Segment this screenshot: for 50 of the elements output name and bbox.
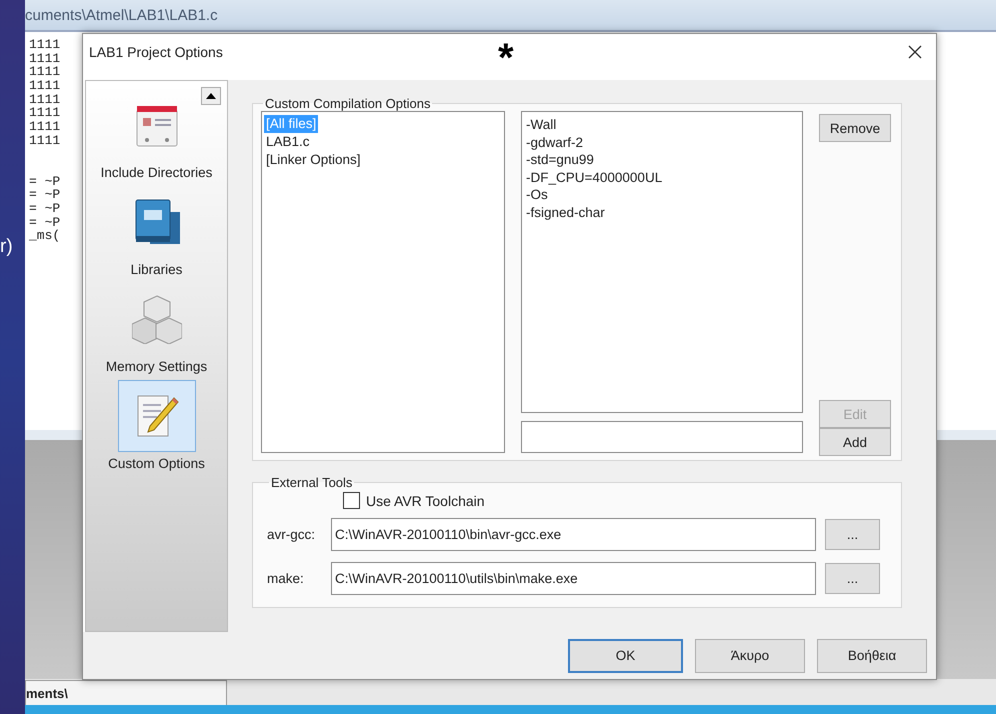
code-line: 1111 [28, 134, 62, 148]
option-item[interactable]: -gdwarf-2 [526, 134, 798, 152]
desktop-text: r) [0, 236, 14, 258]
option-input-field[interactable] [521, 421, 803, 454]
code-line: 1111 [28, 120, 62, 134]
code-line: 1111 [28, 52, 62, 66]
code-line: = ~P [28, 188, 62, 202]
dialog-button[interactable]: OK [568, 638, 683, 673]
scroll-up-button[interactable] [201, 87, 221, 106]
category-label[interactable]: Libraries [92, 260, 220, 280]
option-button[interactable]: Remove [819, 114, 891, 142]
option-item[interactable]: -DF_CPU=4000000UL [526, 168, 798, 186]
code-line: 1111 [28, 65, 62, 80]
window-title: cuments\Atmel\LAB1\LAB1.c [25, 6, 218, 24]
tool-path-field[interactable]: C:\WinAVR-20100110\bin\avr-gcc.exe [331, 518, 816, 552]
code-line: 1111 [28, 79, 62, 93]
browse-button[interactable]: ... [825, 519, 880, 550]
code-line: 1111 [28, 38, 62, 52]
code-line: = ~P [28, 216, 62, 230]
checkbox-label[interactable]: Use AVR Toolchain [366, 492, 485, 509]
file-list-item[interactable]: LAB1.c [264, 133, 312, 152]
asterisk-mark: * [498, 38, 514, 78]
file-tab[interactable]: ments\ [25, 680, 227, 705]
close-icon[interactable] [908, 44, 922, 59]
category-label[interactable]: Custom Options [92, 454, 220, 474]
up-arrow-icon [206, 93, 216, 100]
browse-button[interactable]: ... [825, 563, 880, 594]
cubes-icon [132, 294, 182, 344]
dialog-button[interactable]: Άκυρο [695, 638, 805, 673]
code-line: 1111 [28, 92, 62, 106]
tool-label: avr-gcc: [267, 527, 316, 542]
tool-path-field[interactable]: C:\WinAVR-20100110\utils\bin\make.exe [331, 562, 816, 596]
code-line: 1111 [28, 106, 62, 120]
option-item[interactable]: -std=gnu99 [526, 151, 798, 169]
checkbox[interactable] [343, 492, 360, 510]
category-label[interactable]: Memory Settings [92, 357, 220, 376]
option-button[interactable]: Add [819, 428, 891, 456]
code-line: _ms( [28, 229, 62, 243]
code-line: = ~P [28, 202, 62, 216]
tool-label: make: [267, 571, 305, 586]
group-title: External Tools [270, 475, 354, 490]
category-label[interactable]: Include Directories [92, 163, 220, 182]
option-item[interactable]: -fsigned-char [526, 204, 798, 222]
code-line: = ~P [28, 174, 62, 188]
group-title: Custom Compilation Options [264, 96, 432, 112]
option-item[interactable]: -Os [526, 186, 798, 204]
option-item[interactable]: -Wall [526, 116, 798, 134]
file-list-item[interactable]: [Linker Options] [264, 151, 363, 170]
dialog-button[interactable]: Βοήθεια [817, 638, 927, 673]
dialog-title: LAB1 Project Options [89, 44, 223, 60]
